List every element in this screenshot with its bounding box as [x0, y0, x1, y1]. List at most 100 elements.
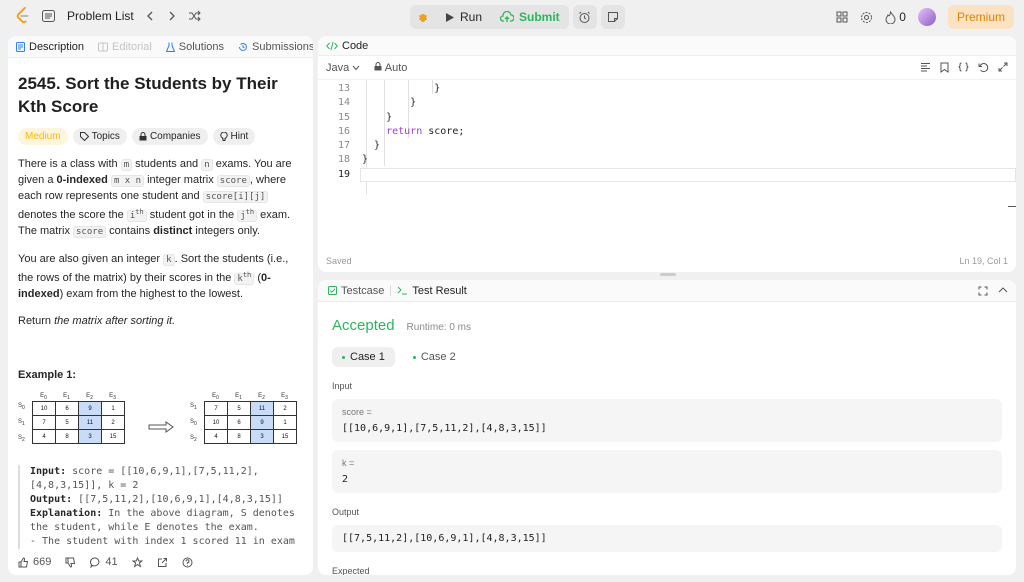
run-submit-group: Run Submit [410, 5, 569, 29]
format-icon[interactable] [920, 62, 931, 72]
matrix-cell: 9 [78, 401, 102, 416]
chevron-left-icon[interactable] [144, 10, 156, 22]
leetcode-logo-icon[interactable] [14, 6, 32, 26]
input-label: Input [332, 381, 353, 391]
tab-divider [390, 285, 392, 296]
user-avatar[interactable] [917, 8, 936, 26]
language-select[interactable]: Java [326, 62, 360, 74]
k-input-box: k = 2 [332, 450, 1002, 493]
matrix-after: E0 E1 E2 E3 S1 S0 S2 7 5 11 2 10 6 9 1 4 8 3 15 [190, 393, 297, 444]
like-count: 669 [33, 556, 52, 568]
help-button[interactable] [182, 557, 193, 568]
description-tabs: Description Editorial Solutions Submissi… [8, 36, 313, 58]
companies-chip[interactable]: Companies [131, 128, 208, 145]
like-button[interactable]: 669 [18, 556, 51, 568]
chevron-right-icon[interactable] [166, 10, 178, 22]
matrix-cell: 8 [227, 429, 251, 444]
layout-grid-icon[interactable] [836, 11, 848, 23]
auto-mode[interactable]: Auto [374, 62, 407, 74]
bookmark-icon[interactable] [940, 62, 949, 73]
favorite-button[interactable] [131, 556, 143, 568]
streak-counter[interactable]: 0 [885, 10, 906, 24]
expand-icon[interactable] [998, 62, 1008, 72]
problem-list-link[interactable]: Problem List [67, 9, 134, 23]
score-input-box: score = [[10,6,9,1],[7,5,11,2],[4,8,3,15… [332, 399, 1002, 442]
tab-test-result[interactable]: Test Result [397, 285, 467, 297]
line-number: 15 [337, 111, 350, 123]
matrix-before: E0 E1 E2 E3 S0 S1 S2 10 6 9 1 7 5 11 2 4 8 3 15 [18, 393, 125, 444]
problem-title: 2545. Sort the Students by Their Kth Sco… [18, 74, 278, 116]
timer-button[interactable] [572, 5, 597, 29]
scrollbar-marker[interactable] [1008, 206, 1016, 207]
run-label: Run [460, 10, 483, 24]
line-number: 18 [337, 154, 350, 166]
matrix-cell: 10 [204, 415, 228, 430]
matrix-cell: 6 [227, 415, 251, 430]
difficulty-badge[interactable]: Medium [18, 128, 68, 145]
shuffle-icon[interactable] [188, 10, 201, 22]
pass-dot-icon [342, 355, 345, 359]
example-title: Example 1: [18, 369, 77, 381]
tab-solutions[interactable]: Solutions [165, 41, 224, 53]
matrix-cell: 3 [250, 429, 274, 444]
tab-testcase[interactable]: Testcase [328, 285, 384, 297]
topics-chip[interactable]: Topics [72, 128, 127, 145]
settings-gear-icon[interactable] [860, 11, 873, 24]
output-label: Output [332, 507, 360, 517]
matrix-cell: 7 [204, 401, 228, 416]
run-button[interactable]: Run [436, 5, 491, 29]
exam-header: E1 [63, 393, 70, 402]
tag-icon [79, 132, 89, 141]
premium-button[interactable]: Premium [947, 5, 1014, 29]
braces-icon[interactable] [958, 62, 969, 72]
code-line: } [386, 111, 393, 123]
code-tabs: Code [318, 36, 1016, 56]
matrix-cell: 11 [250, 401, 274, 416]
chevron-up-icon[interactable] [998, 286, 1008, 294]
share-button[interactable] [157, 557, 168, 568]
debug-button[interactable] [410, 5, 436, 29]
submit-button[interactable]: Submit [491, 5, 569, 29]
thumbs-down-icon [65, 557, 76, 568]
help-icon [182, 557, 193, 567]
line-numbers: 13 14 15 16 17 18 19 [318, 82, 350, 182]
case-1-tab[interactable]: Case 1 [332, 347, 395, 367]
top-bar: Problem List Run Submit 0 Premium [0, 0, 1024, 33]
matrix-cell: 5 [55, 415, 79, 430]
matrix-cell: 15 [101, 429, 125, 444]
lightbulb-icon [219, 131, 228, 141]
tab-code[interactable]: Code [342, 40, 368, 52]
chevron-down-icon [352, 65, 360, 70]
description-footer: 669 41 [8, 549, 313, 575]
line-number: 19 [337, 168, 350, 180]
code-editor[interactable]: 13 14 15 16 17 18 19 } } } return score;… [318, 80, 1016, 250]
matrix-cell: 8 [55, 429, 79, 444]
share-icon [157, 557, 167, 567]
fullscreen-icon[interactable] [978, 286, 988, 296]
panel-resize-handle[interactable] [660, 273, 676, 276]
result-tabs: Testcase Test Result [318, 280, 1016, 302]
tab-submissions[interactable]: Submissions [238, 41, 313, 53]
case-2-tab[interactable]: Case 2 [403, 347, 466, 367]
tab-description[interactable]: Description [16, 41, 84, 53]
list-icon[interactable] [42, 10, 55, 22]
tab-editorial[interactable]: Editorial [98, 41, 152, 53]
comments-button[interactable]: 41 [90, 556, 118, 568]
output-value: [[7,5,11,2],[10,6,9,1],[4,8,3,15]] [342, 533, 547, 544]
comment-count: 41 [105, 556, 118, 568]
mode-label: Auto [384, 61, 408, 74]
hint-chip[interactable]: Hint [212, 128, 256, 145]
description-paragraph-3: Return the matrix after sorting it. [18, 315, 176, 327]
description-paragraph-2: You are also given an integer k. Sort th… [18, 253, 289, 300]
notes-button[interactable] [600, 5, 625, 29]
tab-editorial-label: Editorial [112, 40, 152, 53]
exam-header: E2 [258, 393, 265, 402]
dislike-button[interactable] [65, 557, 76, 568]
exam-header: E0 [212, 393, 219, 402]
book-icon [98, 42, 109, 51]
matrix-cell: 6 [55, 401, 79, 416]
case-1-label: Case 1 [350, 351, 385, 363]
exam-header: E3 [281, 393, 288, 402]
current-code-line[interactable] [360, 167, 1016, 183]
reset-icon[interactable] [978, 62, 989, 73]
